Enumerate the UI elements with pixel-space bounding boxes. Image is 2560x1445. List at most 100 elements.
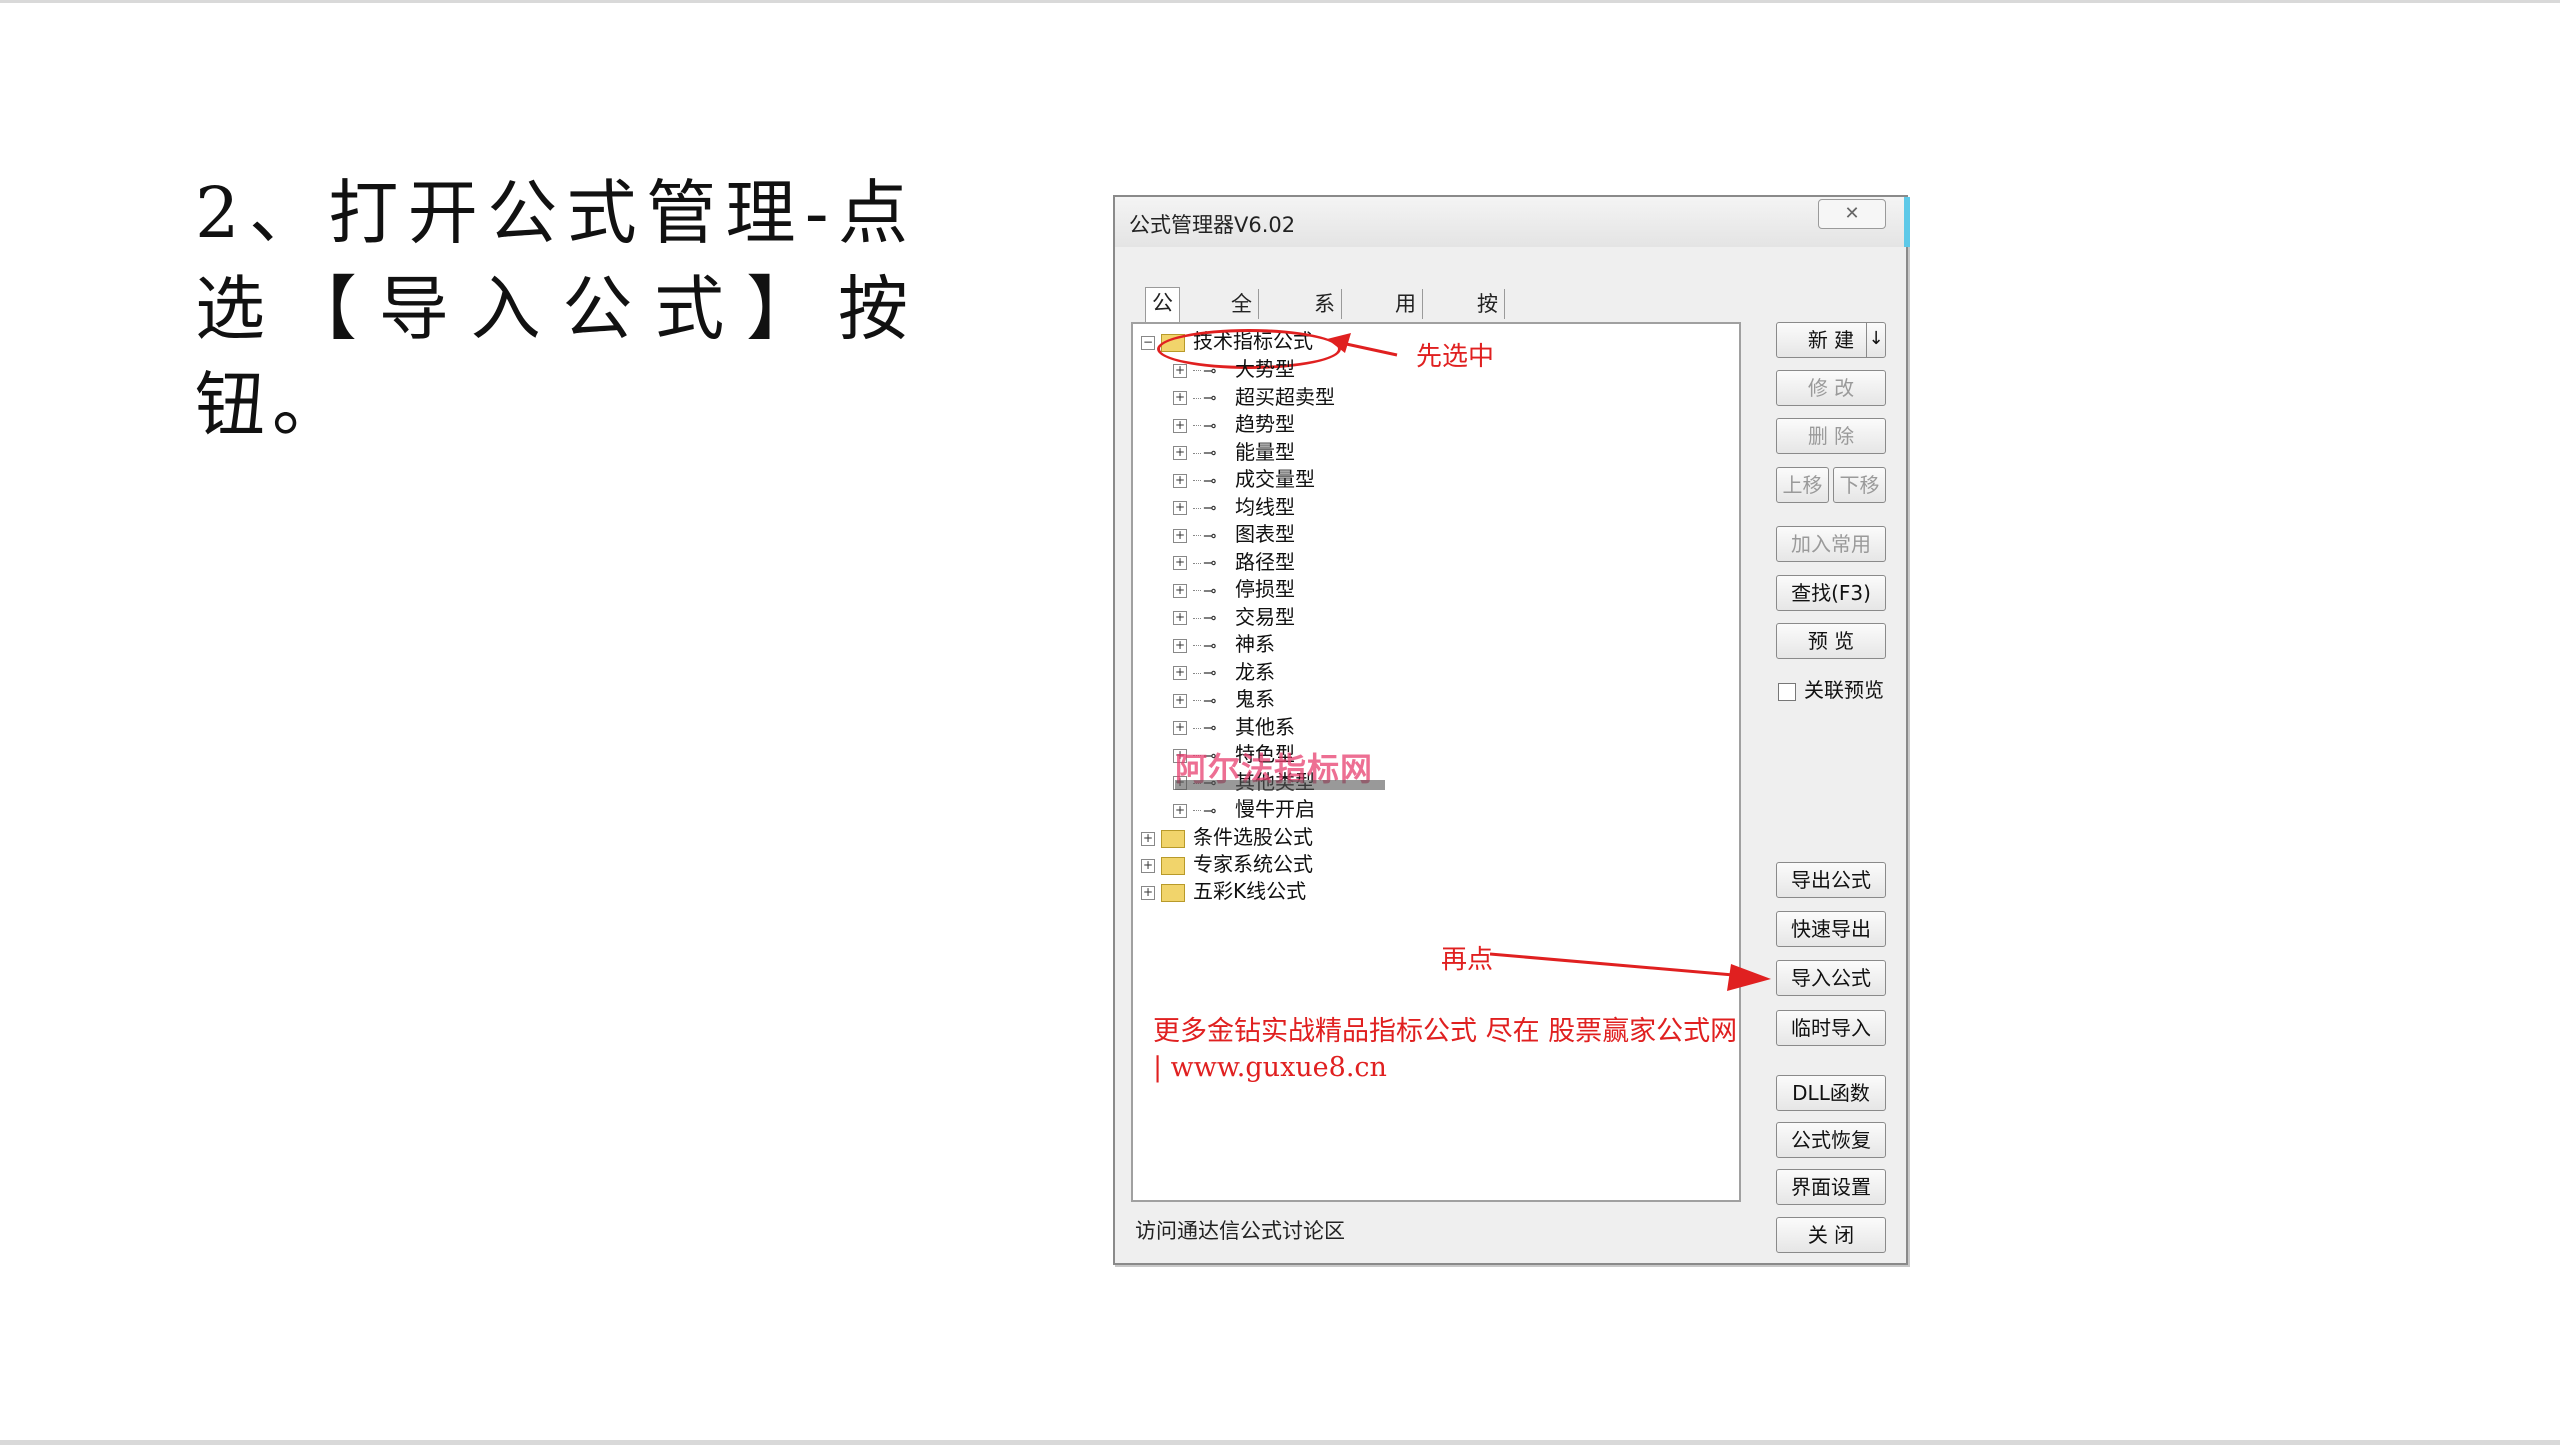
folder-icon xyxy=(1161,883,1185,902)
move-down-button[interactable]: 下移 xyxy=(1833,467,1886,503)
slide-top-border xyxy=(0,0,2560,3)
plus-box-icon[interactable]: + xyxy=(1173,666,1187,680)
tree-folder-label: 五彩K线公式 xyxy=(1193,879,1307,903)
tree-connector xyxy=(1193,727,1201,729)
ui-settings-button[interactable]: 界面设置 xyxy=(1776,1169,1886,1205)
dll-function-button[interactable]: DLL函数 xyxy=(1776,1075,1886,1111)
key-icon: ⊸ xyxy=(1203,498,1217,517)
tree-child-row[interactable]: + ⊸ 交易型 xyxy=(1173,604,1295,630)
tree-child-row[interactable]: + ⊸ 图表型 xyxy=(1173,521,1295,547)
tree-child-row[interactable]: + ⊸ 大势型 xyxy=(1173,356,1295,382)
tree-connector xyxy=(1193,617,1201,619)
folder-icon xyxy=(1161,829,1185,848)
import-button[interactable]: 导入公式 xyxy=(1776,960,1886,996)
plus-box-icon[interactable]: + xyxy=(1173,501,1187,515)
plus-box-icon[interactable]: + xyxy=(1141,831,1155,846)
plus-box-icon[interactable]: + xyxy=(1173,693,1187,708)
temp-import-button[interactable]: 临时导入 xyxy=(1776,1010,1886,1046)
plus-box-icon[interactable]: + xyxy=(1141,885,1155,900)
window-edge-highlight xyxy=(1904,197,1910,247)
plus-box-icon[interactable]: + xyxy=(1173,556,1187,570)
add-common-button[interactable]: 加入常用 xyxy=(1776,526,1886,562)
tree-folder-row[interactable]: + 专家系统公式 xyxy=(1141,851,1313,877)
key-icon: ⊸ xyxy=(1203,800,1217,820)
tree-child-label: 神系 xyxy=(1235,632,1275,656)
key-icon: ⊸ xyxy=(1203,553,1217,572)
tree-child-row[interactable]: + ⊸ 龙系 xyxy=(1173,659,1275,685)
plus-box-icon[interactable]: + xyxy=(1173,528,1187,543)
plus-box-icon[interactable]: + xyxy=(1173,446,1187,460)
quick-export-button[interactable]: 快速导出 xyxy=(1776,911,1886,947)
key-icon: ⊸ xyxy=(1203,690,1217,710)
move-up-button[interactable]: 上移 xyxy=(1776,467,1829,503)
tree-child-label: 成交量型 xyxy=(1235,467,1315,491)
tree-connector xyxy=(1193,397,1201,399)
watermark-bar xyxy=(1175,780,1385,790)
tab-system[interactable]: 系统 xyxy=(1308,289,1342,346)
close-window-button[interactable]: ✕ xyxy=(1818,199,1886,229)
tab-by-date[interactable]: 按日期频度 xyxy=(1471,289,1505,436)
tree-folder-row[interactable]: + 条件选股公式 xyxy=(1141,824,1313,850)
tree-connector xyxy=(1193,672,1201,674)
tree-child-label: 停损型 xyxy=(1235,577,1295,601)
tree-child-row[interactable]: + ⊸ 鬼系 xyxy=(1173,686,1275,712)
tree-child-row[interactable]: + ⊸ 能量型 xyxy=(1173,439,1295,465)
link-preview-label: 关联预览 xyxy=(1804,678,1884,702)
tree-child-label: 交易型 xyxy=(1235,604,1295,629)
plus-box-icon[interactable]: + xyxy=(1173,611,1187,625)
plus-box-icon[interactable]: + xyxy=(1173,638,1187,653)
tree-child-row[interactable]: + ⊸ 停损型 xyxy=(1173,576,1295,602)
minus-box-icon[interactable]: − xyxy=(1141,335,1155,350)
tree-child-row[interactable]: + ⊸ 超买超卖型 xyxy=(1173,384,1335,410)
tree-child-row[interactable]: + ⊸ 均线型 xyxy=(1173,494,1295,520)
link-preview-row[interactable]: 关联预览 xyxy=(1778,674,1884,703)
key-icon: ⊸ xyxy=(1203,360,1217,380)
new-button[interactable]: 新 建 ↓ xyxy=(1776,322,1886,358)
tree-child-row[interactable]: + ⊸ 神系 xyxy=(1173,631,1275,657)
tab-formula-group[interactable]: 公式组 xyxy=(1145,287,1180,375)
tree-connector xyxy=(1193,480,1201,481)
tree-child-label: 大势型 xyxy=(1235,357,1295,381)
plus-box-icon[interactable]: + xyxy=(1173,803,1187,818)
plus-box-icon[interactable]: + xyxy=(1173,721,1187,735)
tree-folder-row[interactable]: + 五彩K线公式 xyxy=(1141,878,1306,904)
preview-button[interactable]: 预 览 xyxy=(1776,623,1886,659)
plus-box-icon[interactable]: + xyxy=(1173,363,1187,378)
key-icon: ⊸ xyxy=(1203,470,1217,490)
tree-connector xyxy=(1193,370,1201,371)
tree-child-label: 超买超卖型 xyxy=(1235,384,1335,409)
plus-box-icon[interactable]: + xyxy=(1173,391,1187,405)
tab-user[interactable]: 用户 xyxy=(1389,289,1423,346)
status-link[interactable]: 访问通达信公式讨论区 xyxy=(1135,1215,1345,1245)
window-title: 公式管理器V6.02 xyxy=(1129,213,1296,237)
delete-button[interactable]: 删 除 xyxy=(1776,418,1886,454)
tree-child-row[interactable]: + ⊸ 其他系 xyxy=(1173,714,1295,740)
tree-child-row[interactable]: + ⊸ 慢牛开启 xyxy=(1173,796,1315,822)
plus-box-icon[interactable]: + xyxy=(1173,583,1187,598)
tree-child-row[interactable]: + ⊸ 成交量型 xyxy=(1173,466,1315,492)
tree-connector xyxy=(1193,590,1201,591)
key-icon: ⊸ xyxy=(1203,718,1217,737)
close-button[interactable]: 关 闭 xyxy=(1776,1217,1886,1253)
title-bar[interactable]: 公式管理器V6.02 ✕ xyxy=(1115,197,1910,247)
new-button-label: 新 建 xyxy=(1807,328,1855,352)
tree-child-label: 图表型 xyxy=(1235,522,1295,546)
tree-folder-label: 专家系统公式 xyxy=(1193,852,1313,876)
tree-connector xyxy=(1193,645,1201,646)
link-preview-checkbox[interactable] xyxy=(1778,682,1796,701)
tree-child-row[interactable]: + ⊸ 趋势型 xyxy=(1173,411,1295,437)
export-button[interactable]: 导出公式 xyxy=(1776,862,1886,898)
modify-button[interactable]: 修 改 xyxy=(1776,370,1886,406)
dropdown-arrow-icon[interactable]: ↓ xyxy=(1866,323,1885,357)
tree-child-label: 其他系 xyxy=(1235,714,1295,739)
tab-all[interactable]: 全部 xyxy=(1225,289,1259,346)
tree-child-row[interactable]: + ⊸ 路径型 xyxy=(1173,549,1295,575)
tree-connector xyxy=(1193,562,1201,564)
formula-tree[interactable]: − 技术指标公式 + ⊸ 大势型 + ⊸ 超买超卖型 + ⊸ 趋势型 + ⊸ 能量型 + ⊸ 成交量型 + ⊸ 均线… xyxy=(1131,322,1741,1202)
plus-box-icon[interactable]: + xyxy=(1173,473,1187,488)
key-icon: ⊸ xyxy=(1203,635,1217,655)
plus-box-icon[interactable]: + xyxy=(1141,858,1155,873)
plus-box-icon[interactable]: + xyxy=(1173,418,1187,433)
find-button[interactable]: 查找(F3) xyxy=(1776,575,1886,611)
restore-button[interactable]: 公式恢复 xyxy=(1776,1122,1886,1158)
